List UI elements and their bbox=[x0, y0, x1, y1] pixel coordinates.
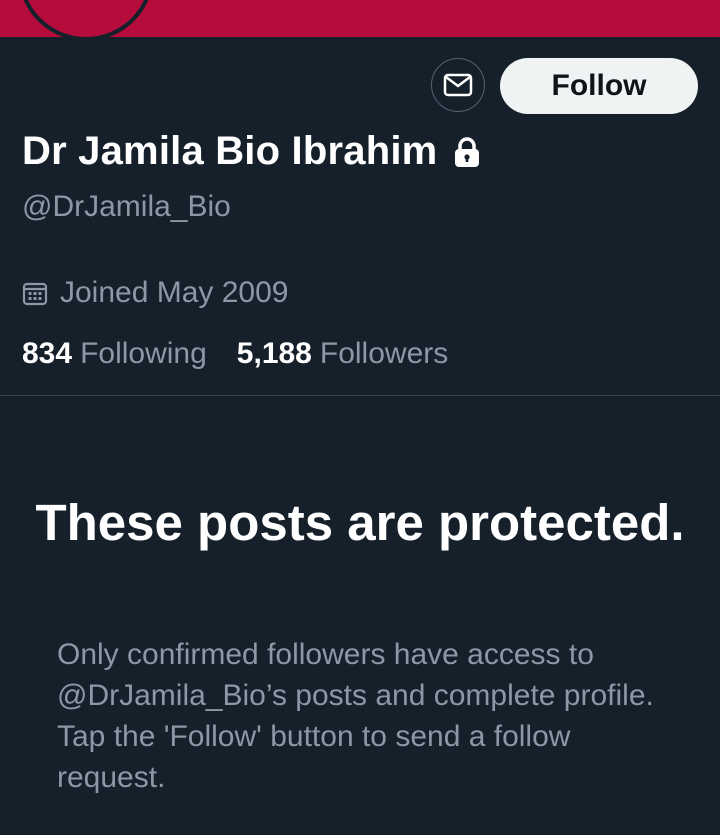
followers-label: Followers bbox=[319, 337, 449, 370]
protected-description: Only confirmed followers have access to … bbox=[57, 638, 654, 794]
divider bbox=[0, 395, 720, 396]
following-count: 834 bbox=[22, 337, 73, 370]
following-link[interactable]: 834 Following bbox=[22, 337, 207, 371]
followers-link[interactable]: 5,188 Followers bbox=[237, 337, 448, 371]
follow-stats: 834 Following 5,188 Followers bbox=[22, 337, 448, 371]
joined-text: Joined May 2009 bbox=[60, 276, 289, 309]
lock-icon bbox=[455, 136, 480, 167]
envelope-icon bbox=[443, 73, 473, 97]
calendar-icon bbox=[22, 282, 48, 306]
display-name: Dr Jamila Bio Ibrahim bbox=[22, 129, 438, 173]
follow-button[interactable]: Follow bbox=[500, 58, 698, 114]
profile-name-row: Dr Jamila Bio Ibrahim bbox=[22, 129, 481, 174]
following-label: Following bbox=[80, 337, 207, 370]
user-handle: @DrJamila_Bio bbox=[22, 190, 231, 223]
joined-date: Joined May 2009 bbox=[22, 276, 289, 310]
message-button[interactable] bbox=[431, 58, 485, 112]
followers-count: 5,188 bbox=[236, 337, 312, 370]
protected-title: These posts are protected. bbox=[35, 494, 685, 551]
